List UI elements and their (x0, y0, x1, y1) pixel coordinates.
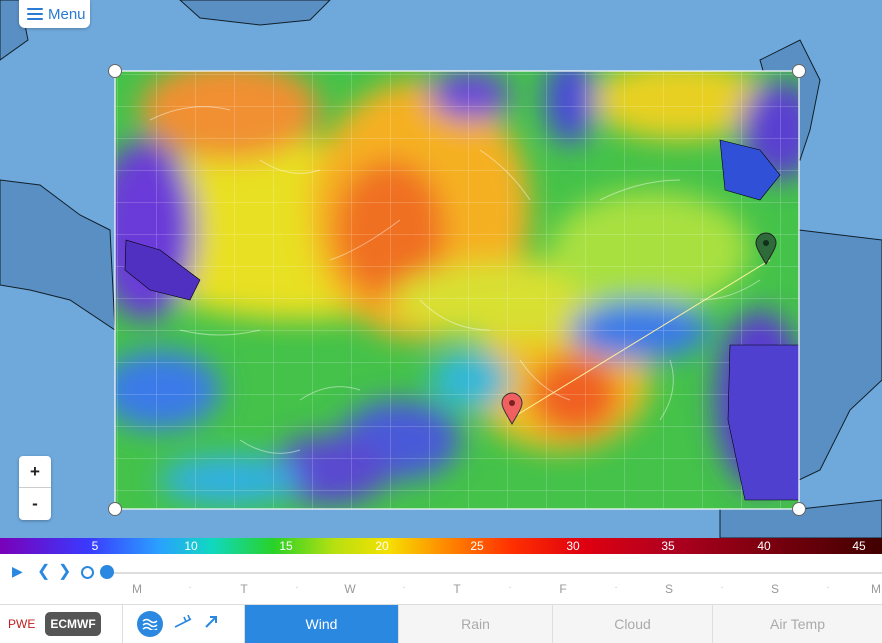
day-separator: · (720, 582, 724, 593)
legend-tick: 40 (757, 539, 771, 553)
resize-handle-bottom-left[interactable] (108, 502, 122, 516)
map-canvas[interactable] (0, 0, 882, 538)
day-label: T (453, 582, 461, 596)
wind-barb-icon[interactable] (173, 614, 193, 634)
day-separator: · (614, 582, 618, 593)
play-icon[interactable]: ▶ (12, 563, 23, 580)
legend-tick: 10 (184, 539, 198, 553)
wind-arrow-icon[interactable] (203, 614, 219, 635)
timeline-slider-knob[interactable] (100, 565, 114, 579)
land-canada (0, 179, 116, 331)
bottom-toolbar: PWE ECMWF Wind Rain Cloud Air Temp (0, 604, 882, 643)
tab-cloud[interactable]: Cloud (553, 605, 713, 643)
land-europe (798, 229, 882, 481)
day-label: T (240, 582, 248, 596)
day-label: M (871, 582, 881, 596)
step-forward-icon[interactable]: ❯ (58, 561, 71, 581)
day-label: M (132, 582, 142, 596)
pwe-source-button[interactable]: PWE (8, 617, 35, 631)
source-selector: PWE ECMWF (0, 605, 123, 643)
day-label: W (344, 582, 356, 596)
day-label: S (770, 582, 779, 596)
wind-waves-icon[interactable] (137, 611, 163, 637)
weather-map[interactable]: Menu + - (0, 0, 882, 538)
day-label: S (664, 582, 673, 596)
menu-label: Menu (48, 5, 86, 23)
legend-tick: 35 (661, 539, 675, 553)
timeline-days: M · T · W · T · F · S · S · M (0, 582, 882, 602)
resize-handle-top-left[interactable] (108, 64, 122, 78)
tab-air-temp[interactable]: Air Temp (713, 605, 882, 643)
day-separator: · (188, 582, 192, 593)
day-separator: · (826, 582, 830, 593)
tab-rain[interactable]: Rain (399, 605, 553, 643)
legend-tick: 20 (375, 539, 389, 553)
timeline-track[interactable] (100, 572, 882, 574)
step-back-icon[interactable]: ❮ (37, 561, 50, 581)
zoom-in-button[interactable]: + (19, 456, 51, 488)
legend-tick: 15 (279, 539, 293, 553)
resize-handle-bottom-right[interactable] (792, 502, 806, 516)
wind-speed-legend: 5 10 15 20 25 30 35 40 45 (0, 538, 882, 554)
layer-style-selector (123, 605, 245, 643)
legend-tick: 45 (852, 539, 866, 553)
zoom-control: + - (19, 456, 51, 520)
land-greenland (179, 0, 331, 26)
day-separator: · (508, 582, 512, 593)
timeline: ▶ ❮ ❯ M · T · W · T · F · S · S · M (0, 554, 882, 604)
timeline-start-ring[interactable] (81, 566, 94, 579)
tab-wind[interactable]: Wind (245, 605, 399, 643)
resize-handle-top-right[interactable] (792, 64, 806, 78)
day-separator: · (295, 582, 299, 593)
legend-tick: 25 (470, 539, 484, 553)
menu-button[interactable]: Menu (19, 0, 90, 28)
legend-tick: 30 (566, 539, 580, 553)
legend-tick: 5 (91, 539, 99, 553)
ecmwf-source-button[interactable]: ECMWF (45, 612, 101, 636)
zoom-out-button[interactable]: - (19, 488, 51, 520)
day-label: F (559, 582, 567, 596)
hamburger-icon (27, 8, 43, 20)
day-separator: · (402, 582, 406, 593)
wind-field (115, 71, 799, 509)
